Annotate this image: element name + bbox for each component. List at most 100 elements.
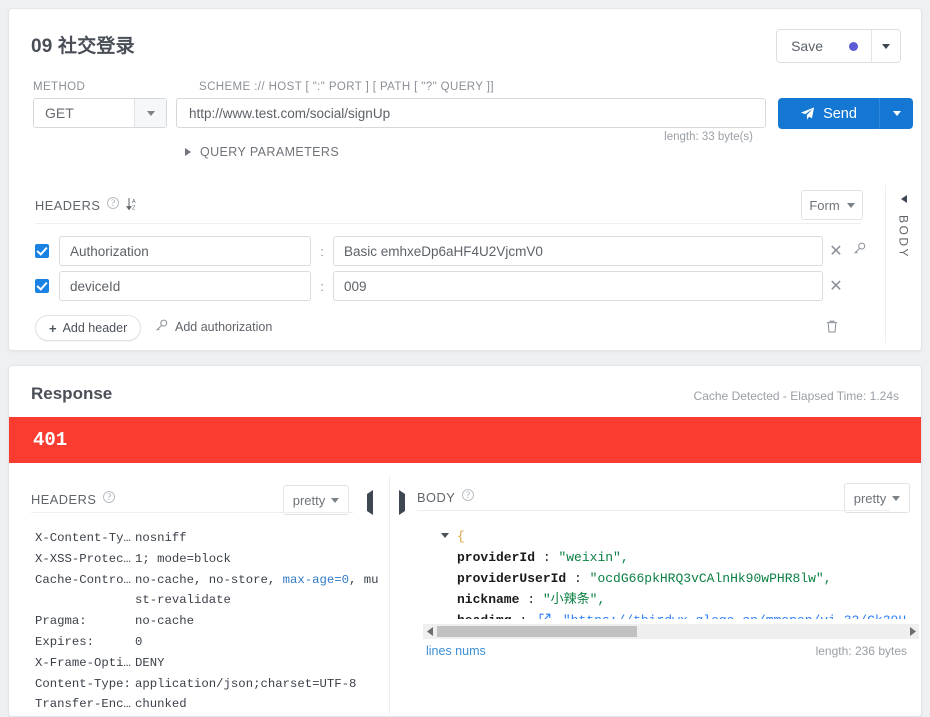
method-select[interactable]: GET <box>33 98 167 128</box>
response-headers-list: X-Content-Ty… nosniff X-XSS-Protec… 1; m… <box>35 528 383 715</box>
json-separator: : <box>542 550 551 565</box>
url-input[interactable]: http://www.test.com/social/signUp <box>176 98 766 128</box>
chevron-down-icon <box>882 43 890 49</box>
response-body-format-select[interactable]: pretty <box>844 483 910 513</box>
json-value: "小辣条", <box>542 592 606 607</box>
header-value-input[interactable]: 009 <box>333 271 823 301</box>
status-code: 401 <box>33 429 68 451</box>
scrollbar-track[interactable] <box>437 626 905 637</box>
header-key-input[interactable]: deviceId <box>59 271 311 301</box>
add-header-button[interactable]: + Add header <box>35 315 142 341</box>
collapse-node-icon[interactable] <box>441 533 449 538</box>
json-key: nickname <box>457 592 520 607</box>
url-format-label: SCHEME :// HOST [ ":" PORT ] [ PATH [ "?… <box>199 81 494 93</box>
external-link-icon[interactable] <box>539 613 559 619</box>
list-item: Cache-Contro… no-cache, no-store, max-ag… <box>35 570 383 591</box>
body-horizontal-scrollbar[interactable] <box>423 624 919 639</box>
headers-divider <box>35 223 861 224</box>
add-authorization-button[interactable]: Add authorization <box>155 319 272 335</box>
json-field: providerId : "weixin", <box>423 547 921 568</box>
method-dropdown-button[interactable] <box>134 99 166 127</box>
key-icon[interactable] <box>853 242 866 260</box>
json-field: nickname : "小辣条", <box>423 589 921 610</box>
query-parameters-toggle[interactable]: QUERY PARAMETERS <box>185 145 339 159</box>
json-field: providerUserId : "ocdG66pkHRQ3vCAlnHk90w… <box>423 568 921 589</box>
json-value: "weixin", <box>558 550 629 565</box>
send-button-group[interactable]: Send <box>778 98 913 129</box>
header-value: 0 <box>135 634 143 649</box>
scroll-right-arrow-icon[interactable] <box>905 623 919 641</box>
response-panel: Response Cache Detected - Elapsed Time: … <box>8 365 922 717</box>
json-value: "ocdG66pkHRQ3vCAlnHk90wPHR8lw", <box>589 571 832 586</box>
header-name: X-XSS-Protec… <box>35 551 131 566</box>
json-separator: : <box>527 592 536 607</box>
lines-nums-toggle[interactable]: lines nums <box>426 644 486 658</box>
chevron-down-icon <box>846 202 855 208</box>
header-value-value: Basic emhxeDp6aHF4U2VjcmV0 <box>344 243 543 259</box>
trash-icon <box>827 320 837 333</box>
svg-text:Z: Z <box>132 206 136 211</box>
table-row: Authorization : Basic emhxeDp6aHF4U2Vjcm… <box>35 236 881 266</box>
response-body-json: { providerId : "weixin", providerUserId … <box>423 526 921 619</box>
chevron-left-icon <box>900 195 907 203</box>
header-enabled-checkbox[interactable] <box>35 244 49 258</box>
help-icon[interactable]: ? <box>103 490 116 503</box>
headers-label-text: HEADERS <box>35 198 101 213</box>
header-key-input[interactable]: Authorization <box>59 236 311 266</box>
send-button[interactable]: Send <box>778 98 880 129</box>
list-item: Expires: 0 <box>35 632 383 653</box>
header-name: Expires: <box>35 634 95 649</box>
help-icon[interactable]: ? <box>107 196 120 209</box>
plus-icon: + <box>49 320 57 336</box>
response-headers-label: HEADERS ? <box>31 490 116 507</box>
json-key: headimg <box>457 613 512 619</box>
headers-view-mode-select[interactable]: Form <box>801 190 863 220</box>
response-title: Response <box>31 384 113 403</box>
scroll-left-arrow-icon[interactable] <box>423 623 437 641</box>
header-value: application/json;charset=UTF-8 <box>135 676 357 691</box>
header-name: Transfer-Enc… <box>35 697 131 712</box>
response-body-format-value: pretty <box>853 490 887 506</box>
header-key-value: Authorization <box>70 243 149 259</box>
json-separator: : <box>519 613 527 619</box>
list-item: X-XSS-Protec… 1; mode=block <box>35 549 383 570</box>
chevron-down-icon <box>892 495 901 501</box>
delete-all-headers-button[interactable] <box>825 319 839 339</box>
list-item: X-Content-Ty… nosniff <box>35 528 383 549</box>
collapse-headers-panel-button[interactable] <box>367 490 373 515</box>
help-icon[interactable]: ? <box>462 488 475 501</box>
response-headers-format-value: pretty <box>292 492 326 508</box>
expand-body-panel-button[interactable] <box>399 490 405 515</box>
headers-view-mode-value: Form <box>809 197 840 213</box>
headers-section-label: HEADERS ? A Z <box>35 196 139 214</box>
request-title: 09 社交登录 <box>31 36 135 57</box>
json-value: "https://thirdwx.qlogo.cn/mmopen/vi_32/C… <box>563 613 906 619</box>
panel-splitter <box>389 476 390 714</box>
scrollbar-thumb[interactable] <box>437 626 637 637</box>
sort-az-icon[interactable]: A Z <box>126 197 139 214</box>
app-root: 09 社交登录 Save METHOD SCHEME :// HOST [ ":… <box>0 0 930 717</box>
header-value-input[interactable]: Basic emhxeDp6aHF4U2VjcmV0 <box>333 236 823 266</box>
list-item: Pragma: no-cache <box>35 611 383 632</box>
save-button-label: Save <box>791 38 823 54</box>
query-parameters-label: QUERY PARAMETERS <box>200 145 340 159</box>
save-dropdown-button[interactable] <box>872 30 900 62</box>
add-authorization-label: Add authorization <box>175 320 273 334</box>
chevron-down-icon <box>146 110 155 116</box>
response-headers-format-select[interactable]: pretty <box>283 485 349 515</box>
remove-header-icon[interactable]: ✕ <box>823 241 849 261</box>
key-value-separator: : <box>320 243 324 259</box>
svg-text:A: A <box>132 199 136 205</box>
save-button[interactable]: Save <box>777 30 872 62</box>
paper-plane-icon <box>801 107 815 120</box>
method-label: METHOD <box>33 81 86 93</box>
save-button-group[interactable]: Save <box>776 29 901 63</box>
header-enabled-checkbox[interactable] <box>35 279 49 293</box>
header-value-highlight: max-age=0 <box>282 572 350 587</box>
remove-header-icon[interactable]: ✕ <box>823 276 849 296</box>
response-body-label: BODY ? <box>417 488 475 505</box>
send-dropdown-button[interactable] <box>880 98 913 129</box>
header-value: no-cache, no-store, max-age=0, mu <box>135 570 383 591</box>
body-length-label: length: 236 bytes <box>815 644 907 658</box>
body-side-tab[interactable]: BODY <box>885 185 921 343</box>
